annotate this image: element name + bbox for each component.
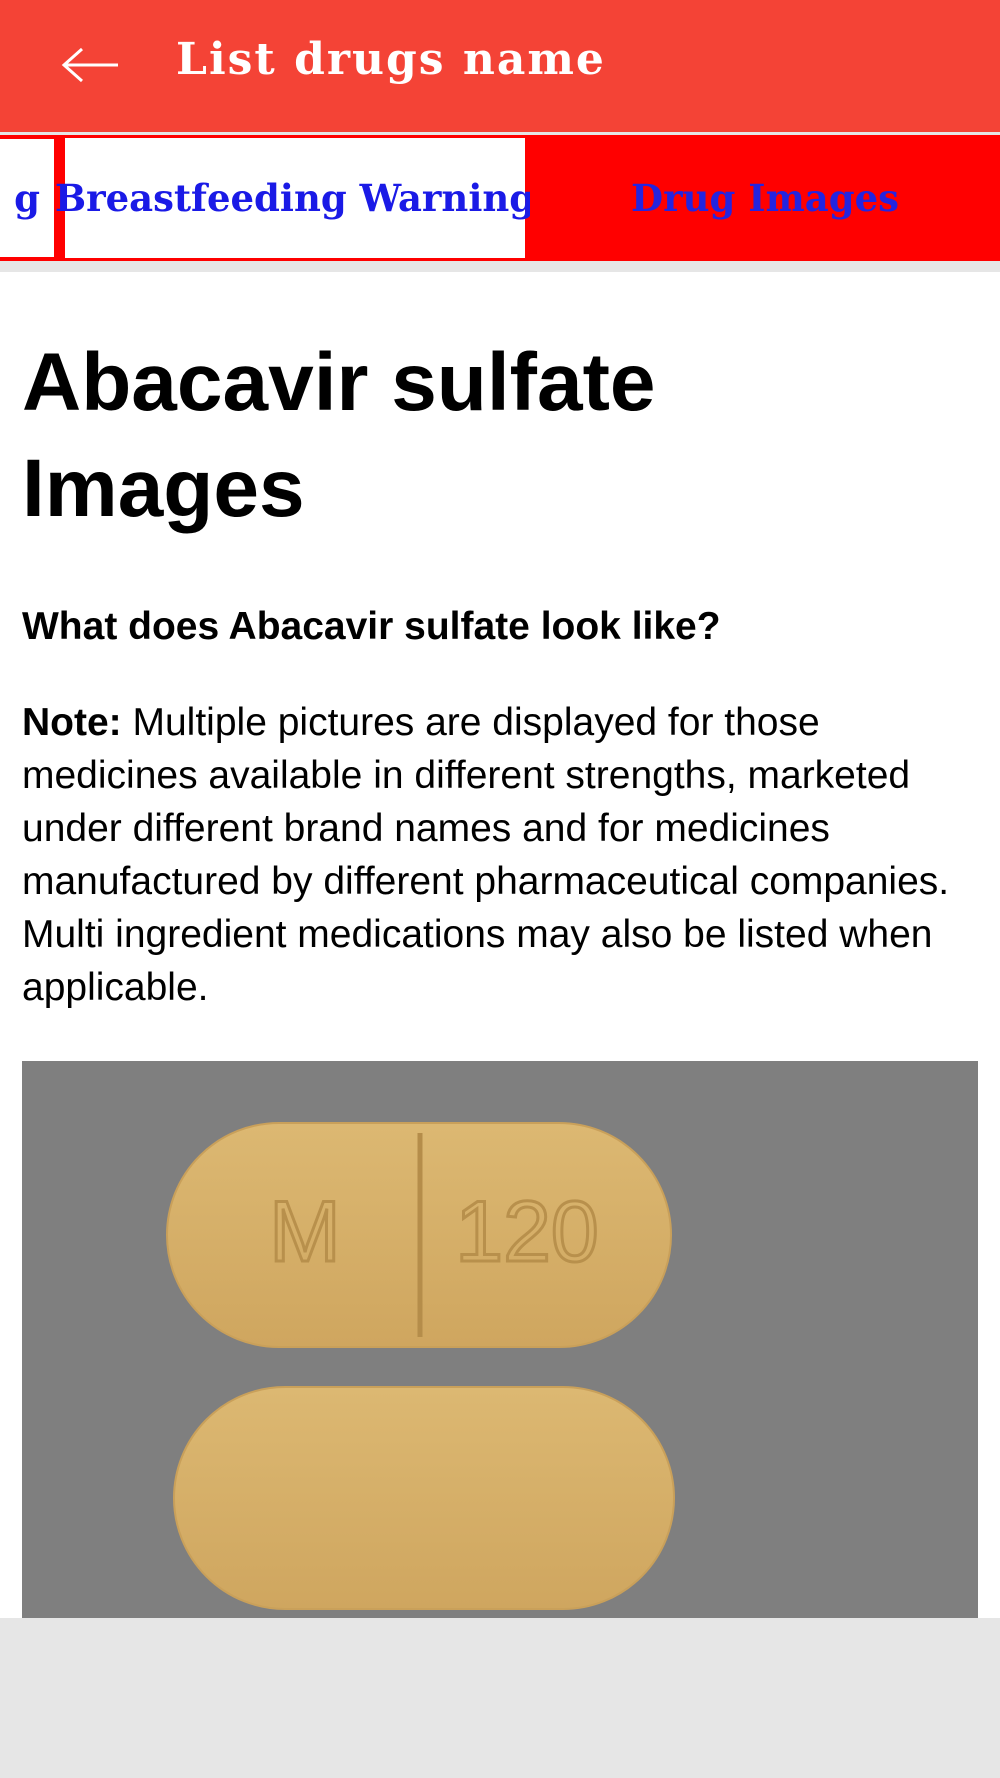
- app-bar: List drugs name: [0, 0, 1000, 132]
- back-button[interactable]: [60, 38, 122, 92]
- note-paragraph: Note: Multiple pictures are displayed fo…: [22, 696, 982, 1014]
- drug-image[interactable]: M 120: [22, 1061, 978, 1618]
- app-bar-title: List drugs name: [176, 34, 606, 85]
- note-text: Multiple pictures are displayed for thos…: [22, 701, 950, 1009]
- page-title: Abacavir sulfate Images: [22, 337, 656, 534]
- pill-bottom: [173, 1386, 675, 1610]
- bottom-area: [0, 1618, 1000, 1778]
- divider: [0, 261, 1000, 272]
- main-content: Abacavir sulfate Images What does Abacav…: [0, 272, 1000, 1618]
- tab-previous[interactable]: g: [0, 135, 58, 261]
- arrow-left-icon: [61, 47, 118, 83]
- note-label: Note:: [22, 701, 122, 744]
- tab-drug-images[interactable]: Drug Images: [530, 135, 1000, 261]
- section-question: What does Abacavir sulfate look like?: [22, 605, 721, 648]
- tab-bar: g Breastfeeding Warning Drug Images: [0, 135, 1000, 261]
- tab-breastfeeding-warning[interactable]: Breastfeeding Warning: [55, 135, 535, 261]
- pill-imprint-left: M: [269, 1184, 341, 1280]
- pill-imprint-right: 120: [455, 1184, 599, 1280]
- pill-illustration: M 120: [22, 1061, 978, 1618]
